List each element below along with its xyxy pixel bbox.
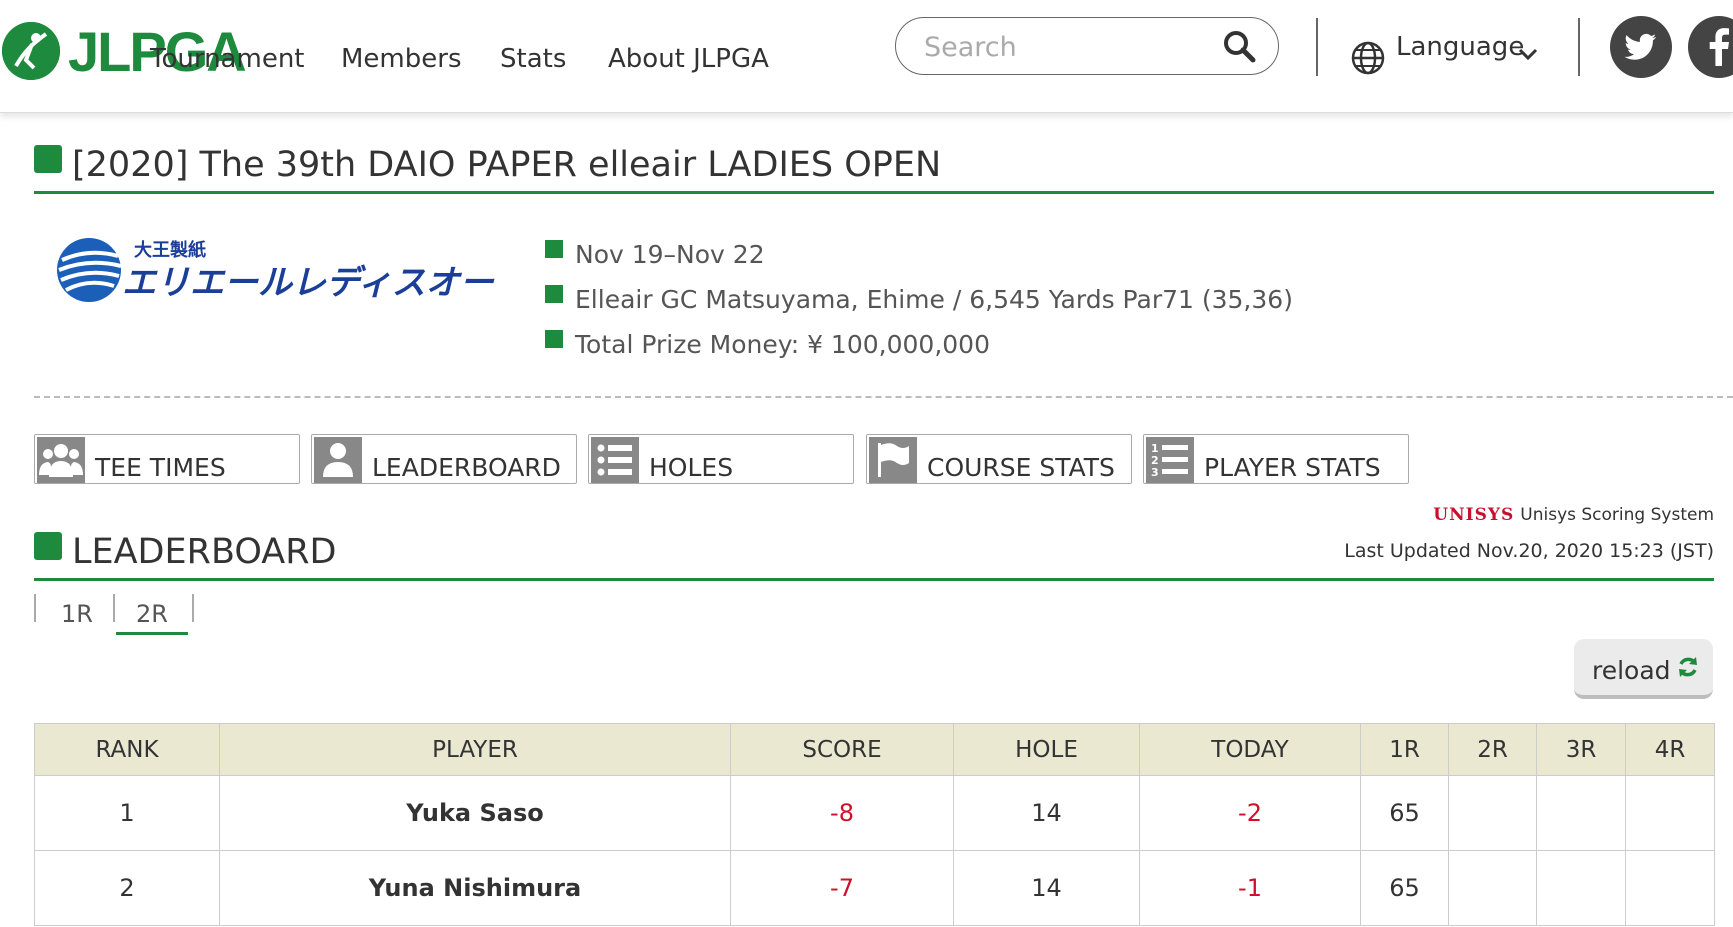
round-tab-2r[interactable]: 2R (116, 600, 188, 635)
chevron-down-icon[interactable] (1518, 48, 1538, 67)
refresh-icon (1676, 655, 1700, 684)
svg-text:3: 3 (1151, 466, 1159, 479)
nav-members[interactable]: Members (341, 44, 462, 74)
tab-player-stats[interactable]: 1 2 3 PLAYER STATS (1143, 434, 1409, 484)
sponsor-logo-small-text: 大王製紙 (134, 239, 206, 261)
table-row[interactable]: 2 Yuna Nishimura -7 14 -1 65 (34, 850, 1715, 926)
tab-label: LEADERBOARD (372, 453, 561, 482)
tab-label: HOLES (649, 453, 734, 482)
flag-icon (869, 437, 917, 483)
search-input[interactable] (922, 27, 1206, 67)
cell-1r: 65 (1360, 850, 1449, 926)
cell-3r (1536, 850, 1626, 926)
scoring-system-credit: UNISYS Unisys Scoring System (1433, 505, 1714, 525)
column-header-hole[interactable]: HOLE (953, 723, 1140, 776)
twitter-icon[interactable] (1610, 16, 1672, 78)
tab-leaderboard[interactable]: LEADERBOARD (311, 434, 577, 484)
cell-2r (1448, 775, 1537, 851)
numbered-list-icon: 1 2 3 (1146, 437, 1194, 483)
column-header-player[interactable]: PLAYER (219, 723, 731, 776)
group-people-icon (37, 437, 85, 483)
cell-3r (1536, 775, 1626, 851)
leaderboard-table: RANK PLAYER SCORE HOLE TODAY 1R 2R 3R 4R… (34, 723, 1715, 926)
column-header-2r[interactable]: 2R (1448, 723, 1537, 776)
cell-score: -7 (730, 850, 954, 926)
cell-hole: 14 (953, 775, 1140, 851)
sponsor-logo: 大王製紙 エリエールレディスオープン (56, 234, 563, 311)
cell-hole: 14 (953, 850, 1140, 926)
table-row[interactable]: 1 Yuka Saso -8 14 -2 65 (34, 775, 1715, 851)
person-icon (314, 437, 362, 483)
column-header-3r[interactable]: 3R (1536, 723, 1626, 776)
header-divider (1578, 18, 1580, 76)
table-header-row: RANK PLAYER SCORE HOLE TODAY 1R 2R 3R 4R (34, 723, 1715, 776)
column-header-1r[interactable]: 1R (1360, 723, 1449, 776)
dashed-separator (34, 396, 1733, 398)
nav-tournament[interactable]: Tournament (150, 44, 305, 74)
search-box (895, 17, 1279, 75)
round-tab-separator (34, 594, 36, 622)
nav-stats[interactable]: Stats (500, 44, 566, 74)
tab-label: TEE TIMES (95, 453, 226, 482)
list-icon (591, 437, 639, 483)
reload-button[interactable]: reload (1574, 639, 1713, 699)
leaderboard-title-bar: LEADERBOARD (34, 532, 1714, 581)
cell-player[interactable]: Yuna Nishimura (219, 850, 731, 926)
column-header-score[interactable]: SCORE (730, 723, 954, 776)
tournament-prize: Total Prize Money: ¥ 100,000,000 (575, 330, 990, 359)
tab-course-stats[interactable]: COURSE STATS (866, 434, 1132, 484)
cell-score: -8 (730, 775, 954, 851)
column-header-4r[interactable]: 4R (1625, 723, 1715, 776)
cell-1r: 65 (1360, 775, 1449, 851)
leaderboard-title: LEADERBOARD (72, 532, 337, 572)
sponsor-logo-main-text: エリエールレディスオープン (122, 263, 496, 303)
scoring-system-label: Unisys Scoring System (1520, 505, 1714, 525)
info-bullet-icon (545, 240, 563, 258)
cell-4r (1625, 775, 1715, 851)
column-header-today[interactable]: TODAY (1139, 723, 1361, 776)
header-divider (1316, 18, 1318, 76)
language-selector[interactable]: Language (1396, 32, 1524, 62)
unisys-logo: UNISYS (1433, 505, 1515, 525)
cell-rank: 2 (34, 850, 220, 926)
tab-label: PLAYER STATS (1204, 453, 1381, 482)
round-tab-1r[interactable]: 1R (61, 600, 93, 628)
column-header-rank[interactable]: RANK (34, 723, 220, 776)
tournament-dates: Nov 19–Nov 22 (575, 240, 765, 269)
tournament-venue: Elleair GC Matsuyama, Ehime / 6,545 Yard… (575, 285, 1293, 314)
reload-label: reload (1592, 656, 1671, 685)
info-bullet-icon (545, 330, 563, 348)
nav-about-jlpga[interactable]: About JLPGA (608, 44, 769, 74)
globe-icon[interactable] (1350, 40, 1386, 81)
round-tab-separator (192, 594, 194, 622)
tab-tee-times[interactable]: TEE TIMES (34, 434, 300, 484)
round-tab-separator (113, 594, 115, 622)
search-icon[interactable] (1222, 29, 1256, 68)
cell-4r (1625, 850, 1715, 926)
cell-player[interactable]: Yuka Saso (219, 775, 731, 851)
sponsor-swirl-icon (57, 238, 122, 302)
cell-today: -2 (1139, 775, 1361, 851)
tournament-title-bar: [2020] The 39th DAIO PAPER elleair LADIE… (34, 145, 1714, 194)
title-bullet-icon (34, 532, 62, 560)
jlpga-golfer-logo-icon[interactable] (2, 22, 60, 80)
cell-today: -1 (1139, 850, 1361, 926)
tab-holes[interactable]: HOLES (588, 434, 854, 484)
info-bullet-icon (545, 285, 563, 303)
tournament-title: [2020] The 39th DAIO PAPER elleair LADIE… (72, 145, 942, 185)
site-header: JLPGA Tournament Members Stats About JLP… (0, 0, 1733, 113)
title-bullet-icon (34, 145, 62, 173)
cell-rank: 1 (34, 775, 220, 851)
facebook-icon[interactable] (1688, 16, 1733, 78)
cell-2r (1448, 850, 1537, 926)
tab-label: COURSE STATS (927, 453, 1115, 482)
